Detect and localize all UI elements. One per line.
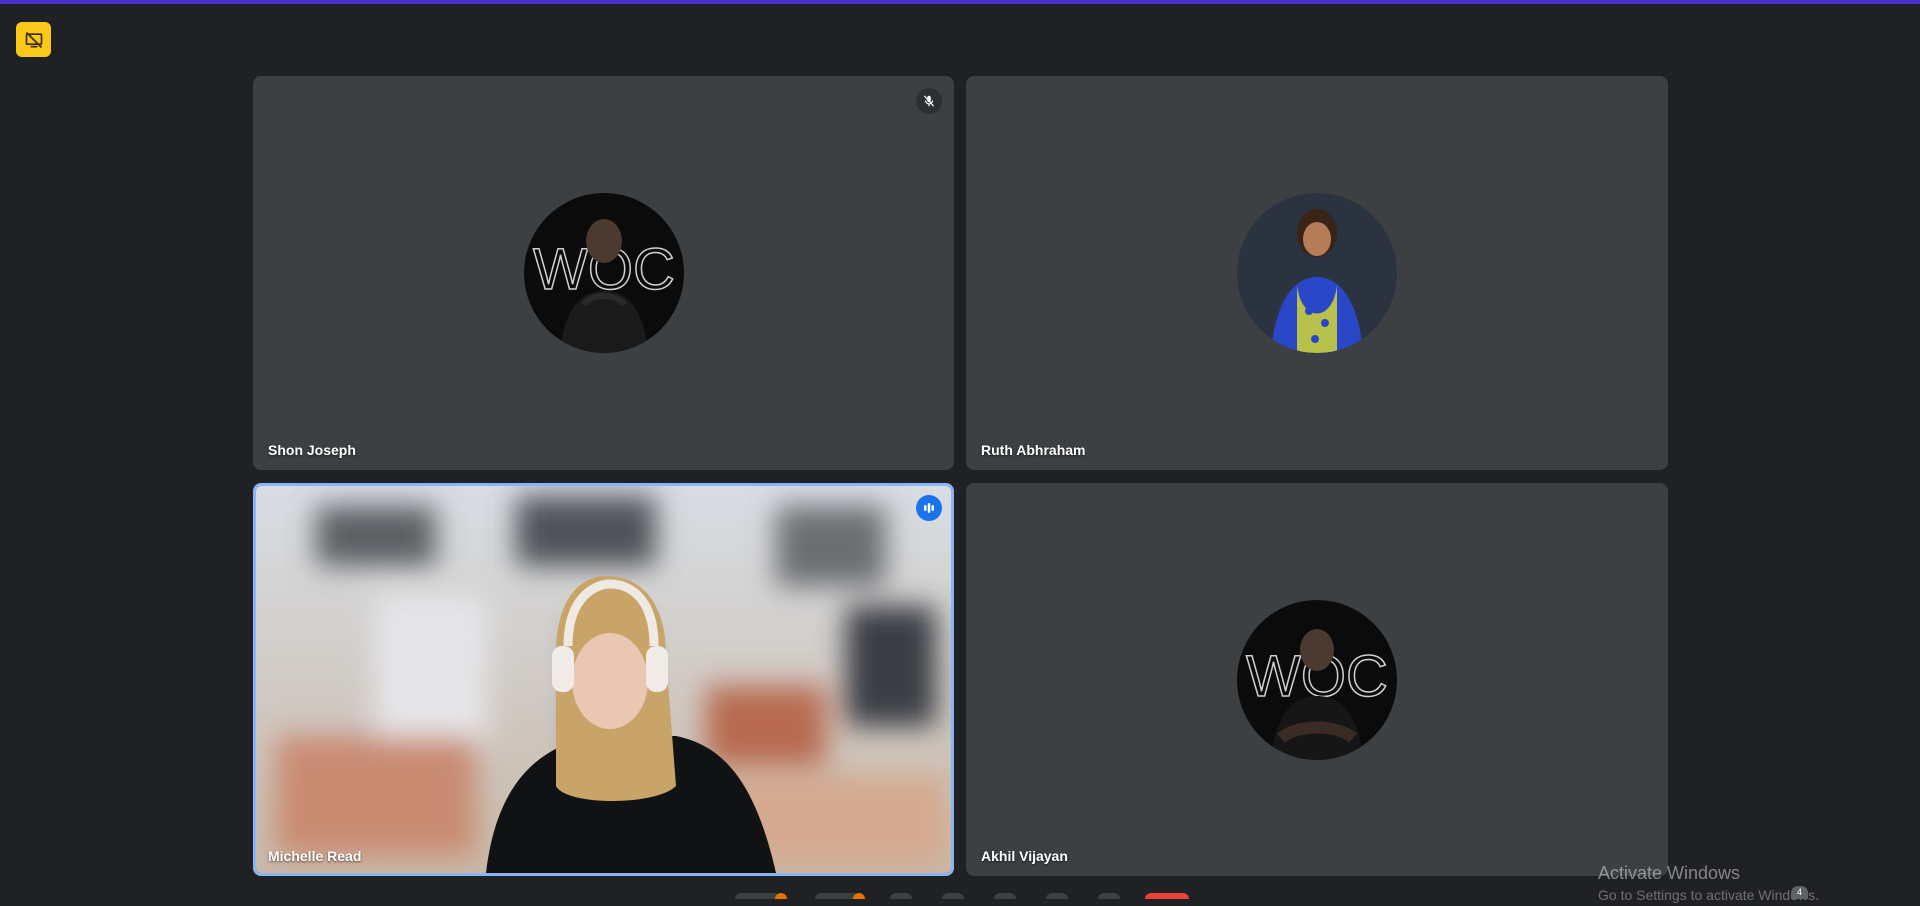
participant-name: Akhil Vijayan — [981, 848, 1068, 864]
avatar: WOC — [523, 193, 684, 353]
control-badge — [775, 893, 787, 899]
participant-tile[interactable]: Ruth Abhraham — [966, 76, 1668, 470]
bottom-controls-bar — [735, 893, 1195, 899]
control-badge — [853, 893, 865, 899]
participant-name: Michelle Read — [268, 848, 362, 864]
participant-name: Shon Joseph — [268, 442, 356, 458]
audio-level-icon — [924, 503, 934, 513]
participant-tile-active-speaker[interactable]: Michelle Read — [253, 483, 954, 876]
notification-count-badge: 4 — [1791, 886, 1808, 899]
activation-subtitle: Go to Settings to activate Windows. — [1598, 887, 1819, 903]
mic-muted-indicator — [916, 88, 942, 114]
speaking-indicator — [916, 495, 942, 521]
control-button[interactable] — [994, 893, 1016, 899]
top-accent-bar — [0, 0, 1920, 4]
screen-share-off-icon — [25, 31, 42, 48]
participant-tile[interactable]: WOC Akhil Vijayan — [966, 483, 1668, 876]
leave-call-button[interactable] — [1145, 893, 1189, 899]
control-button[interactable] — [890, 893, 912, 899]
control-button[interactable] — [1098, 893, 1120, 899]
control-button[interactable] — [1046, 893, 1068, 899]
present-toggle-button[interactable] — [16, 22, 51, 57]
activation-title: Activate Windows — [1598, 863, 1741, 883]
participant-video-feed — [256, 486, 951, 873]
participant-name: Ruth Abhraham — [981, 442, 1086, 458]
windows-activation-watermark: Activate Windows Go to Settings to activ… — [1598, 862, 1819, 906]
avatar: WOC — [1237, 599, 1397, 760]
mic-off-icon — [923, 95, 935, 107]
avatar — [1237, 193, 1397, 353]
control-button[interactable] — [942, 893, 964, 899]
participant-tile[interactable]: WOC Shon Joseph — [253, 76, 954, 470]
